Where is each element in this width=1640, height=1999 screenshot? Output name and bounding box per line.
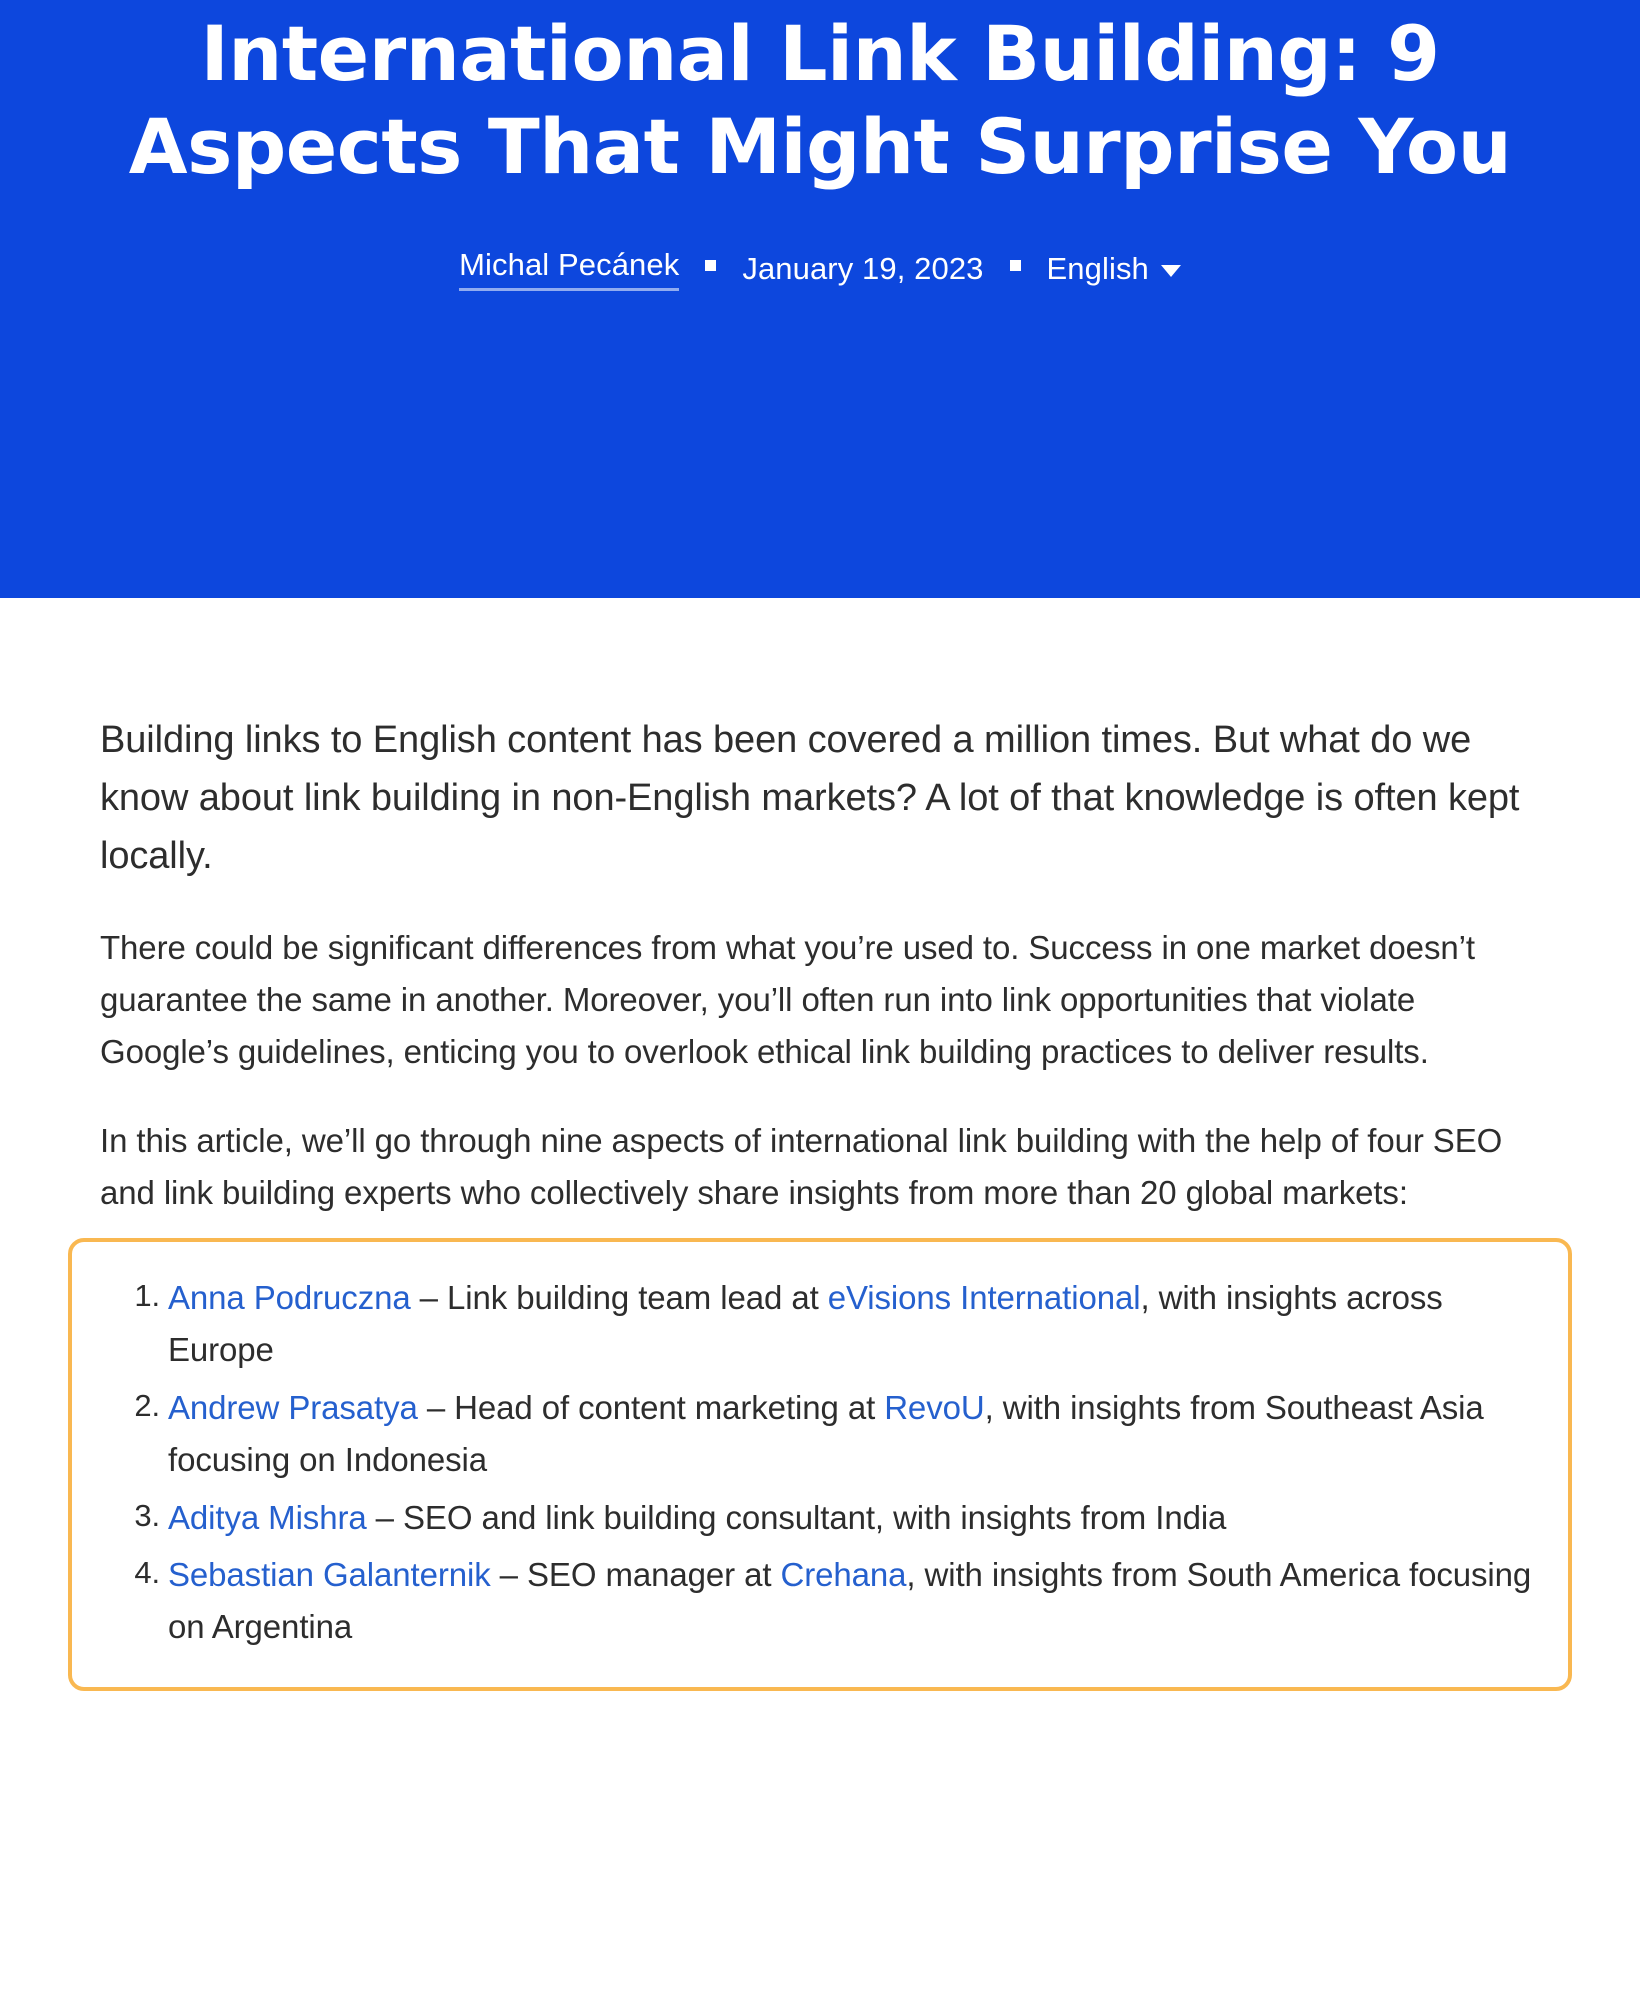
expert-name-link[interactable]: Sebastian Galanternik: [168, 1556, 491, 1593]
square-bullet-icon: [1009, 259, 1021, 271]
expert-name-link[interactable]: Andrew Prasatya: [168, 1389, 418, 1426]
chevron-down-icon: [1160, 265, 1181, 278]
expert-company-link[interactable]: RevoU: [884, 1389, 984, 1426]
body-paragraph-2: There could be significant differences f…: [100, 929, 1475, 1070]
expert-role-text: – SEO and link building consultant, with…: [366, 1498, 1227, 1536]
language-selector-label: English: [1046, 251, 1149, 287]
article-body: Building links to English content has be…: [0, 598, 1640, 1691]
expert-role-text: – Link building team lead at: [410, 1279, 828, 1317]
expert-company-link[interactable]: eVisions International: [828, 1279, 1141, 1316]
page-title: International Link Building: 9 Aspects T…: [128, 9, 1512, 191]
list-item: Andrew Prasatya – Head of content market…: [116, 1382, 1534, 1486]
expert-company-link[interactable]: Crehana: [780, 1556, 906, 1593]
expert-role-text: – Head of content marketing at: [417, 1388, 885, 1426]
square-bullet-icon: [705, 259, 717, 271]
author-link[interactable]: Michal Pecánek: [459, 247, 680, 292]
publish-date: January 19, 2023: [742, 251, 984, 287]
body-paragraph-3: In this article, we’ll go through nine a…: [100, 1121, 1503, 1211]
lead-paragraph: Building links to English content has be…: [100, 719, 1520, 878]
expert-name-link[interactable]: Anna Podruczna: [168, 1279, 411, 1316]
expert-role-text: – SEO manager at: [490, 1556, 781, 1594]
list-item: Aditya Mishra – SEO and link building co…: [116, 1492, 1534, 1544]
article-meta-row: Michal Pecánek January 19, 2023 English: [459, 247, 1181, 292]
experts-list: Anna Podruczna – Link building team lead…: [106, 1272, 1534, 1653]
article-hero-header: International Link Building: 9 Aspects T…: [0, 0, 1640, 598]
list-item: Anna Podruczna – Link building team lead…: [116, 1272, 1534, 1376]
language-selector[interactable]: English: [1047, 251, 1181, 287]
experts-highlight-box: Anna Podruczna – Link building team lead…: [68, 1238, 1572, 1691]
expert-name-link[interactable]: Aditya Mishra: [168, 1499, 367, 1536]
list-item: Sebastian Galanternik – SEO manager at C…: [116, 1549, 1534, 1653]
